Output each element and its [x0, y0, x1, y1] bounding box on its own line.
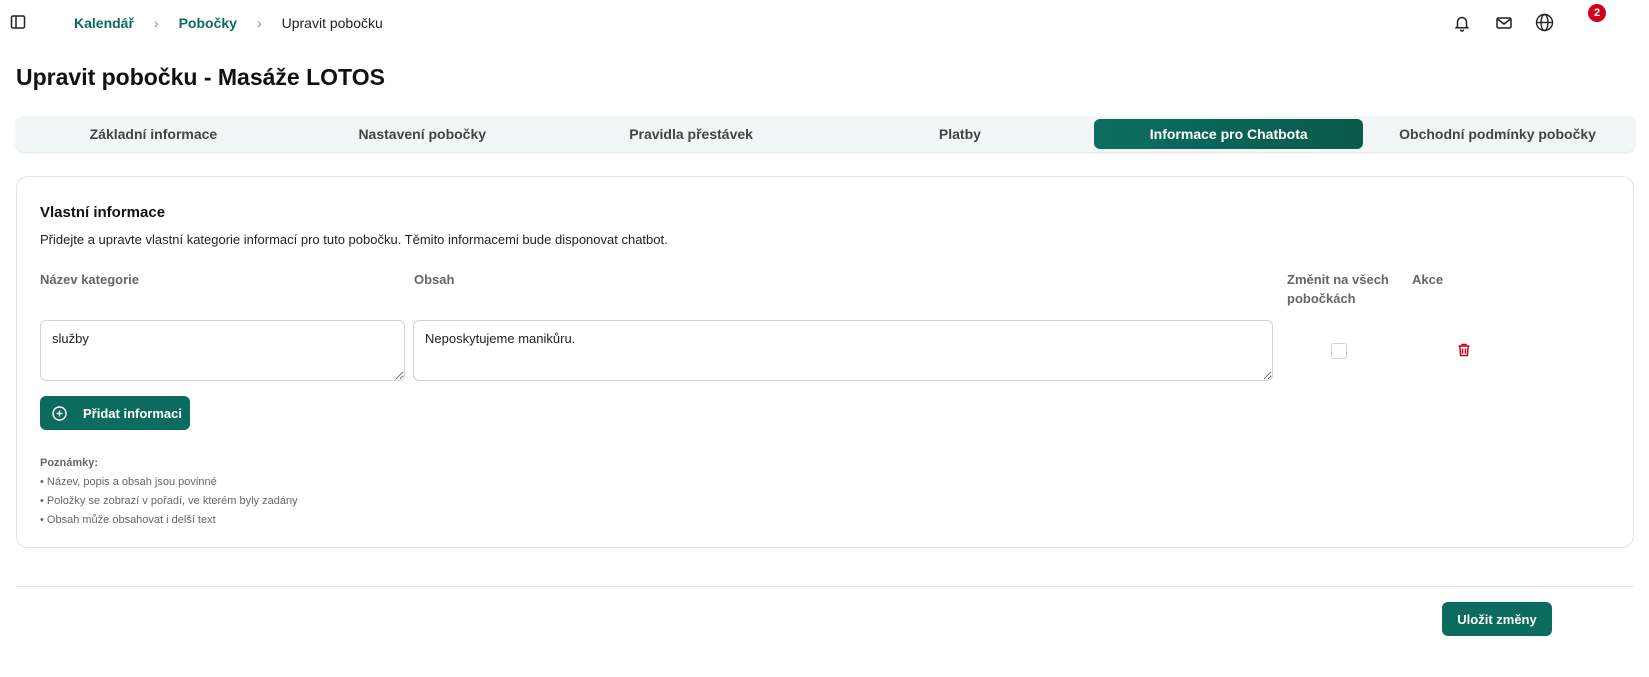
breadcrumb-current: Upravit pobočku — [281, 15, 383, 31]
breadcrumb-calendar-link[interactable]: Kalendář — [74, 15, 134, 31]
notes-title: Poznámky: — [40, 457, 99, 469]
plus-circle-icon — [52, 405, 67, 421]
tab-bar: Základní informace Nastavení pobočky Pra… — [16, 116, 1635, 152]
section-description: Přidejte a upravte vlastní kategorie inf… — [40, 232, 668, 247]
column-header-category: Název kategorie — [40, 272, 139, 287]
tab-break-rules[interactable]: Pravidla přestávek — [557, 119, 826, 149]
top-bar: Kalendář › Pobočky › Upravit pobočku 2 — [0, 0, 1649, 46]
mail-badge: 2 — [1588, 4, 1606, 22]
column-header-apply-all: Změnit na všech pobočkách — [1287, 272, 1389, 306]
mail-icon[interactable] — [1495, 14, 1513, 32]
column-header-actions: Akce — [1412, 272, 1444, 287]
content-field[interactable] — [413, 320, 1273, 381]
breadcrumb: Kalendář › Pobočky › Upravit pobočku — [74, 15, 383, 31]
apply-all-checkbox[interactable] — [1331, 343, 1347, 359]
globe-icon[interactable] — [1535, 13, 1554, 32]
category-name-field[interactable] — [40, 320, 405, 381]
trash-icon[interactable] — [1456, 342, 1472, 358]
page-title: Upravit pobočku - Masáže LOTOS — [16, 64, 385, 90]
notes: Poznámky: • Název, popis a obsah jsou po… — [40, 454, 298, 530]
column-header-content: Obsah — [414, 272, 455, 287]
tab-chatbot-info[interactable]: Informace pro Chatbota — [1094, 119, 1364, 149]
breadcrumb-branches-link[interactable]: Pobočky — [179, 15, 237, 31]
sidebar-icon[interactable] — [10, 14, 26, 30]
section-title: Vlastní informace — [40, 204, 166, 221]
custom-info-card: Vlastní informace Přidejte a upravte vla… — [16, 176, 1634, 548]
note-item: • Název, popis a obsah jsou povinné — [40, 476, 217, 488]
save-button[interactable]: Uložit změny — [1442, 602, 1552, 636]
note-item: • Obsah může obsahovat i delší text — [40, 514, 216, 526]
breadcrumb-separator-icon: › — [256, 15, 262, 31]
add-info-button[interactable]: Přidat informaci — [40, 396, 190, 430]
breadcrumb-separator-icon: › — [153, 15, 159, 31]
bell-icon[interactable] — [1453, 14, 1471, 32]
note-item: • Položky se zobrazí v pořadí, ve kterém… — [40, 495, 298, 507]
footer-divider — [16, 586, 1634, 587]
tab-payments[interactable]: Platby — [825, 119, 1094, 149]
tab-terms[interactable]: Obchodní podmínky pobočky — [1363, 119, 1632, 149]
tab-branch-settings[interactable]: Nastavení pobočky — [288, 119, 557, 149]
add-info-label: Přidat informaci — [83, 405, 182, 421]
tab-basic-info[interactable]: Základní informace — [19, 119, 288, 149]
